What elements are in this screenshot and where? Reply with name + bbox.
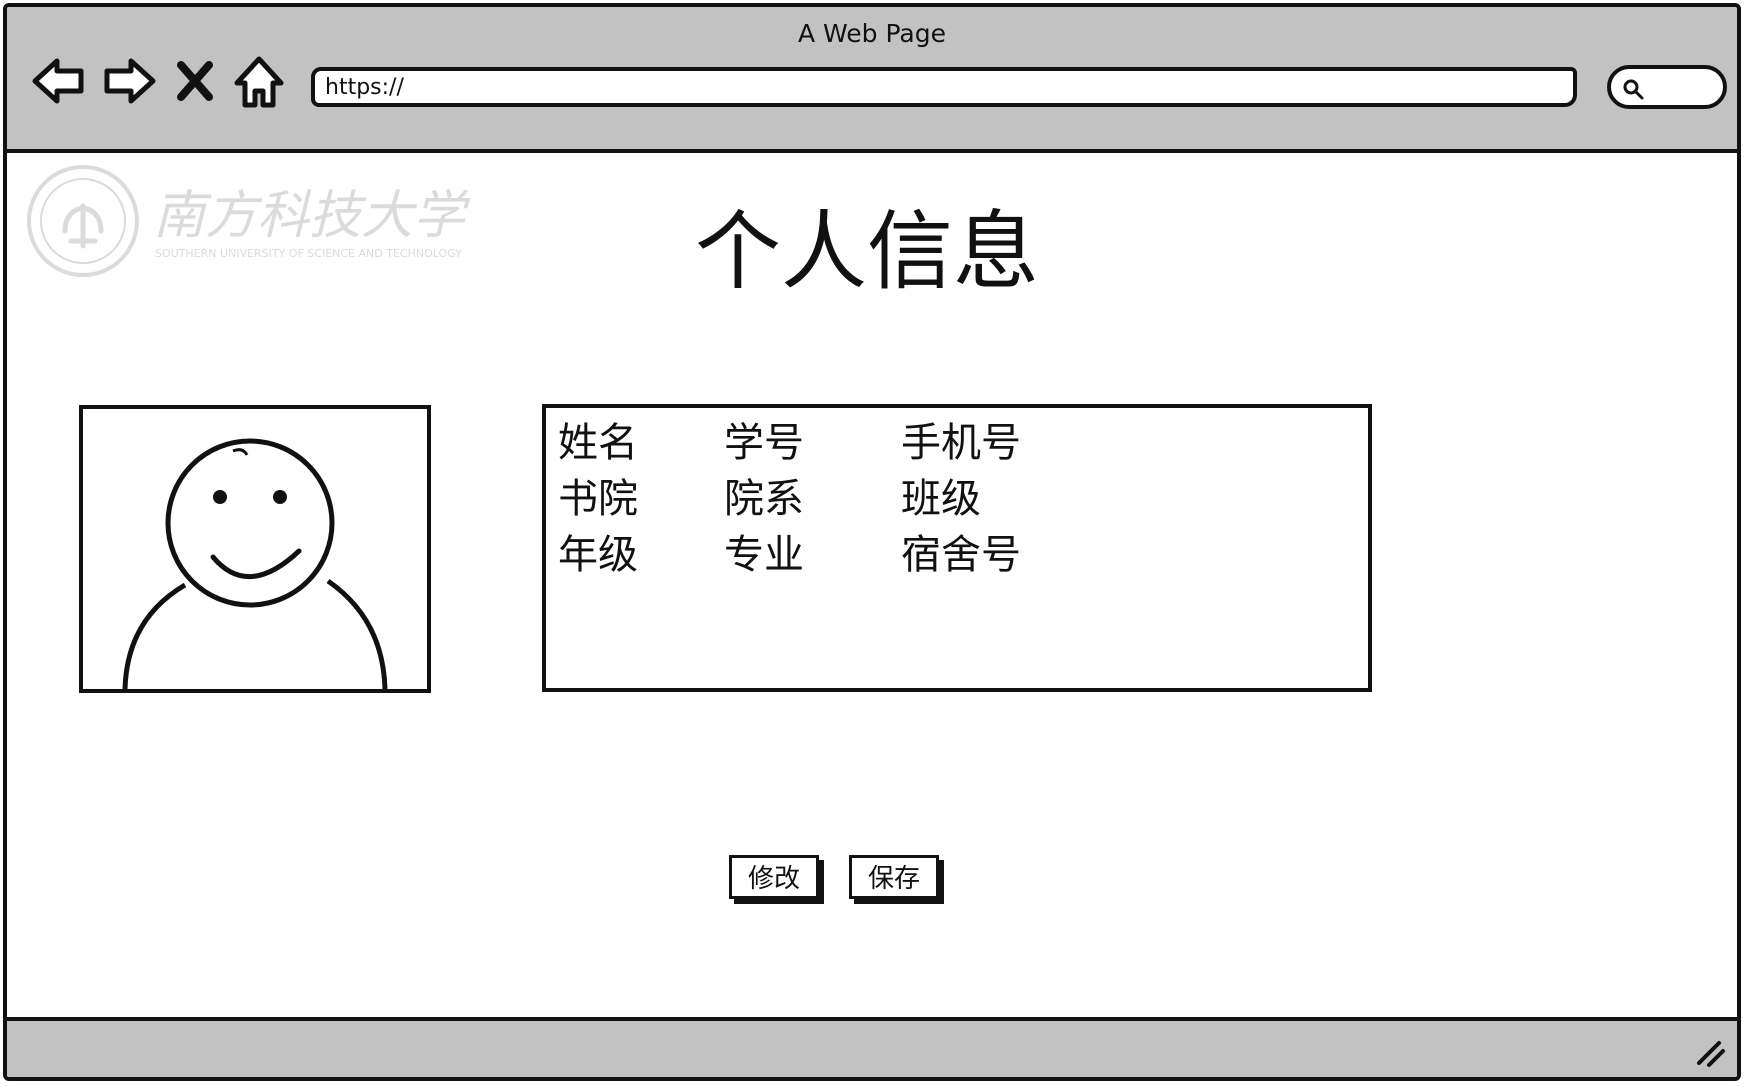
close-icon[interactable]	[171, 51, 219, 111]
user-avatar-icon	[79, 405, 431, 693]
url-input[interactable]: https://	[311, 67, 1577, 107]
university-logo: 南方科技大学 SOUTHERN UNIVERSITY OF SCIENCE AN…	[25, 161, 475, 281]
search-icon	[1623, 79, 1644, 100]
info-label-dorm: 宿舍号	[901, 532, 1021, 578]
home-icon[interactable]	[229, 51, 289, 111]
back-arrow-icon[interactable]	[29, 51, 89, 111]
forward-arrow-icon[interactable]	[99, 51, 159, 111]
page-title: 个人信息	[695, 202, 1039, 302]
window-title: A Web Page	[797, 19, 947, 48]
info-label-name: 姓名	[558, 420, 638, 466]
info-label-college: 书院	[558, 476, 638, 522]
info-label-major: 专业	[724, 532, 804, 578]
browser-window: A Web Page https:// 南方科技大学 SOUTHERN UNIV…	[3, 3, 1741, 1081]
info-label-department: 院系	[724, 476, 804, 522]
resize-grip-icon[interactable]	[1691, 1033, 1727, 1069]
info-label-grade: 年级	[558, 532, 638, 578]
logo-subtext: SOUTHERN UNIVERSITY OF SCIENCE AND TECHN…	[155, 247, 462, 260]
info-label-phone: 手机号	[901, 420, 1021, 466]
page-content: 南方科技大学 SOUTHERN UNIVERSITY OF SCIENCE AN…	[7, 153, 1737, 1021]
browser-titlebar: A Web Page https://	[7, 7, 1737, 153]
info-label-class: 班级	[901, 476, 981, 522]
status-bar	[7, 1017, 1737, 1077]
info-panel: 姓名 学号 手机号 书院 院系 班级 年级 专业 宿舍号	[542, 404, 1372, 692]
info-label-student-id: 学号	[724, 420, 804, 466]
search-field[interactable]	[1607, 65, 1727, 109]
edit-button[interactable]: 修改	[729, 855, 819, 899]
logo-text: 南方科技大学	[153, 186, 471, 246]
save-button[interactable]: 保存	[849, 855, 939, 899]
